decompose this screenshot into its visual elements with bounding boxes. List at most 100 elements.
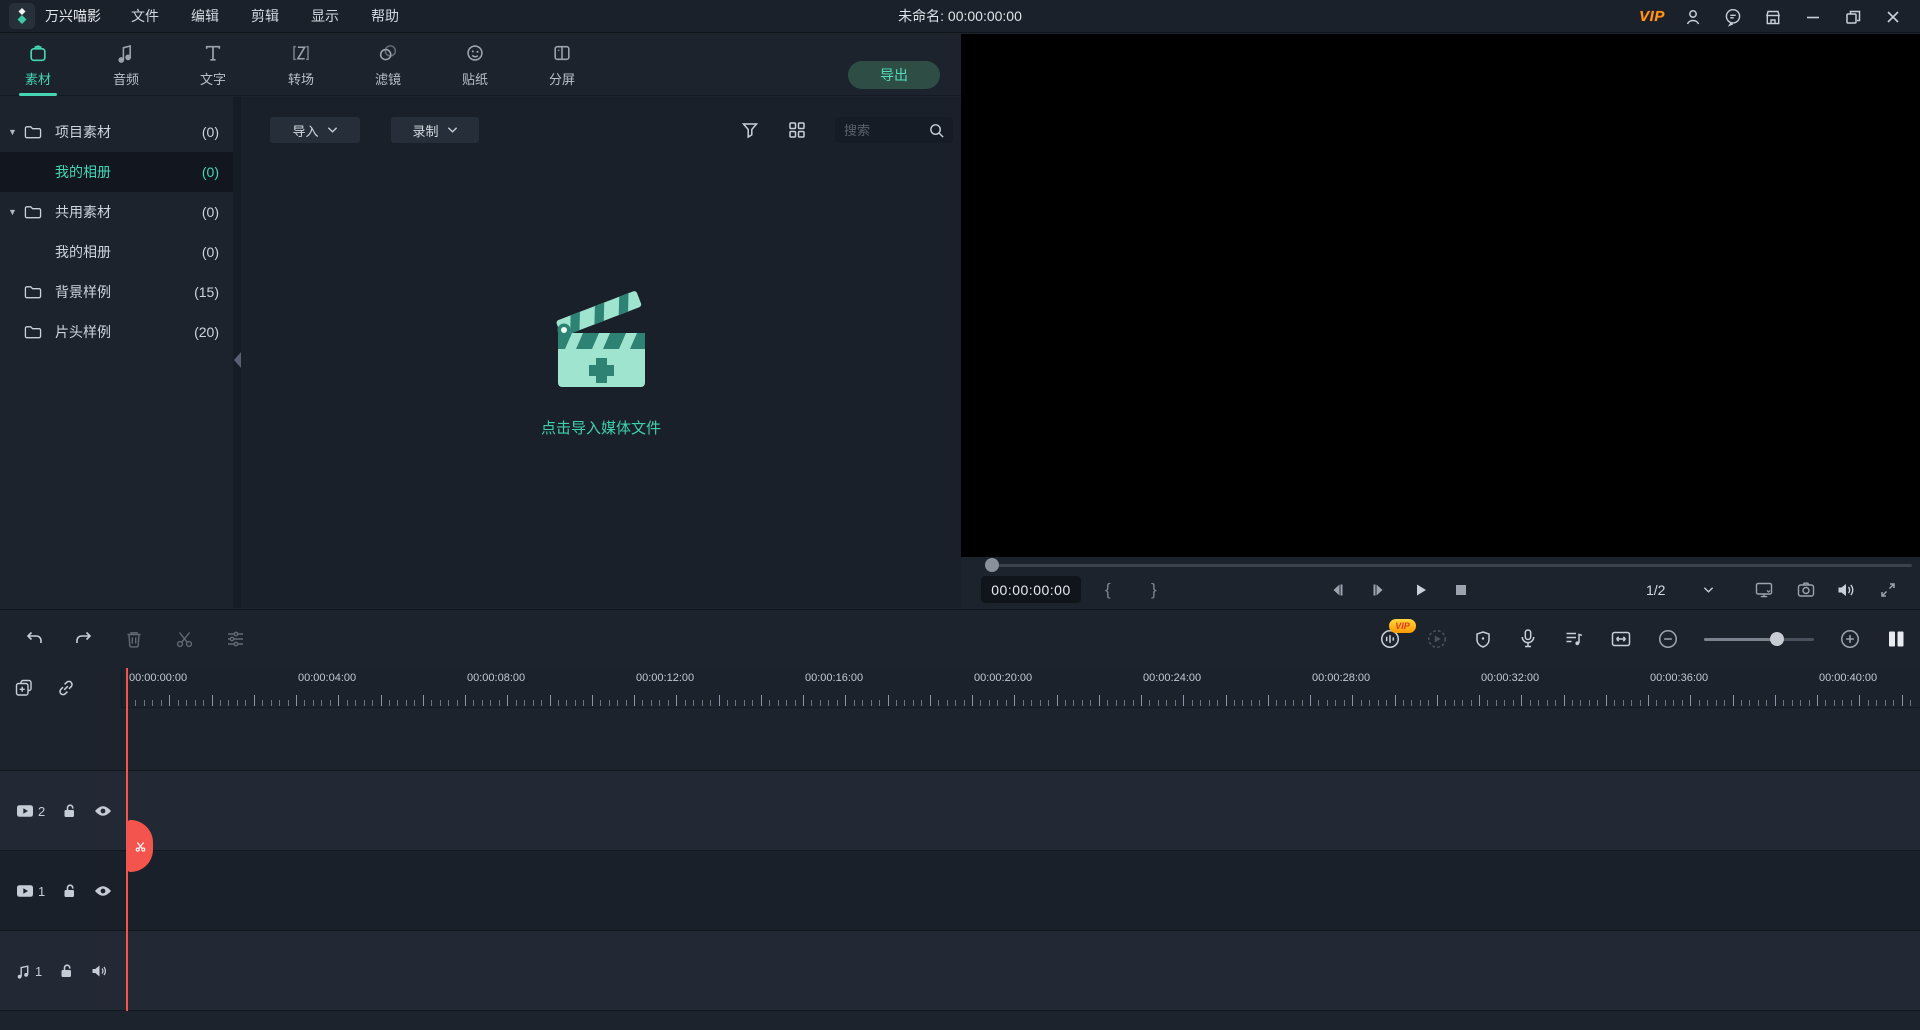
link-icon[interactable] bbox=[56, 678, 76, 698]
mark-in-button[interactable]: { bbox=[1105, 573, 1111, 606]
zoom-slider-handle[interactable] bbox=[1770, 632, 1784, 646]
panel-layout-icon[interactable] bbox=[1886, 629, 1906, 649]
ruler-tick bbox=[1640, 700, 1641, 706]
eye-icon[interactable] bbox=[94, 885, 112, 897]
ruler-tick bbox=[1302, 700, 1303, 706]
fit-timeline-icon[interactable] bbox=[1610, 629, 1632, 649]
menu-edit[interactable]: 编辑 bbox=[175, 0, 235, 33]
undo-icon[interactable] bbox=[24, 629, 44, 649]
previous-frame-button[interactable] bbox=[1329, 573, 1345, 606]
split-icon[interactable] bbox=[174, 629, 195, 649]
play-button[interactable] bbox=[1413, 573, 1429, 606]
timeline-zoom-slider[interactable] bbox=[1704, 632, 1814, 646]
minimize-button[interactable] bbox=[1798, 0, 1828, 33]
lock-icon[interactable] bbox=[62, 883, 77, 899]
sidebar-item-shared-my-album[interactable]: 我的相册 (0) bbox=[0, 232, 233, 272]
tab-sticker[interactable]: 贴纸 bbox=[443, 42, 507, 96]
delete-icon[interactable] bbox=[124, 629, 144, 649]
lock-icon[interactable] bbox=[59, 963, 74, 979]
zoom-in-icon[interactable] bbox=[1839, 628, 1861, 650]
feedback-icon[interactable] bbox=[1718, 0, 1748, 33]
menu-clip[interactable]: 剪辑 bbox=[235, 0, 295, 33]
seek-bar[interactable] bbox=[961, 557, 1920, 573]
ruler-label: 00:00:16:00 bbox=[805, 672, 863, 684]
ruler-tick bbox=[1293, 700, 1294, 706]
auto-ripple-icon[interactable]: VIP bbox=[1379, 628, 1401, 650]
sidebar-item-background-samples[interactable]: 背景样例 (15) bbox=[0, 272, 233, 312]
menu-view[interactable]: 显示 bbox=[295, 0, 355, 33]
display-device-icon[interactable] bbox=[1750, 577, 1778, 603]
menu-file[interactable]: 文件 bbox=[115, 0, 175, 33]
ruler-tick bbox=[871, 700, 872, 706]
render-preview-icon[interactable] bbox=[1426, 628, 1448, 650]
ruler-tick bbox=[566, 700, 567, 706]
video-track-2[interactable]: 2 bbox=[0, 771, 1920, 851]
ruler-tick bbox=[1149, 700, 1150, 706]
redo-icon[interactable] bbox=[74, 629, 94, 649]
caret-down-icon[interactable]: ▼ bbox=[8, 207, 17, 217]
search-icon[interactable] bbox=[928, 122, 953, 139]
sidebar-item-shared-media[interactable]: ▼ 共用素材 (0) bbox=[0, 192, 233, 232]
audio-mixer-icon[interactable] bbox=[1563, 629, 1585, 649]
export-button[interactable]: 导出 bbox=[848, 61, 940, 89]
collapse-sidebar-icon[interactable] bbox=[234, 352, 241, 368]
tab-filter[interactable]: 滤镜 bbox=[356, 42, 420, 96]
ruler-tick bbox=[710, 700, 711, 706]
tab-media[interactable]: 素材 bbox=[6, 42, 70, 96]
eye-icon[interactable] bbox=[94, 805, 112, 817]
sidebar-item-intro-samples[interactable]: 片头样例 (20) bbox=[0, 312, 233, 352]
ruler-tick bbox=[1234, 700, 1235, 706]
ruler-tick bbox=[626, 700, 627, 706]
store-icon[interactable] bbox=[1758, 0, 1788, 33]
audio-track-1[interactable]: 1 bbox=[0, 931, 1920, 1011]
seek-handle[interactable] bbox=[985, 558, 999, 572]
marker-icon[interactable] bbox=[1473, 629, 1493, 650]
ruler-tick bbox=[1023, 700, 1024, 706]
search-input[interactable] bbox=[835, 123, 928, 138]
ruler-tick bbox=[152, 700, 153, 706]
fullscreen-icon[interactable] bbox=[1874, 577, 1902, 603]
user-icon[interactable] bbox=[1678, 0, 1708, 33]
timeline-ruler[interactable]: 00:00:00:0000:00:04:0000:00:08:0000:00:1… bbox=[122, 668, 1920, 708]
ruler-tick bbox=[1842, 700, 1843, 706]
add-track-icon[interactable] bbox=[14, 678, 34, 698]
adjust-icon[interactable] bbox=[225, 629, 246, 649]
import-media-dropzone[interactable]: 点击导入媒体文件 bbox=[241, 283, 961, 438]
menu-help[interactable]: 帮助 bbox=[355, 0, 415, 33]
stop-button[interactable] bbox=[1454, 573, 1468, 606]
snapshot-icon[interactable] bbox=[1792, 577, 1820, 603]
tab-label: 转场 bbox=[288, 69, 314, 88]
restore-button[interactable] bbox=[1838, 0, 1868, 33]
tab-audio[interactable]: 音频 bbox=[94, 42, 158, 96]
mute-icon[interactable] bbox=[91, 964, 108, 978]
sidebar-item-project-media[interactable]: ▼ 项目素材 (0) bbox=[0, 112, 233, 152]
tab-transition[interactable]: 转场 bbox=[269, 42, 333, 96]
seek-track[interactable] bbox=[991, 564, 1912, 567]
zoom-out-icon[interactable] bbox=[1657, 628, 1679, 650]
filter-icon[interactable] bbox=[740, 120, 760, 140]
ruler-label: 00:00:36:00 bbox=[1650, 672, 1708, 684]
ruler-tick bbox=[1716, 700, 1717, 706]
record-button[interactable]: 录制 bbox=[391, 117, 479, 143]
sidebar-item-my-album[interactable]: 我的相册 (0) bbox=[0, 152, 233, 192]
playback-quality-select[interactable]: 1/2 bbox=[1628, 577, 1733, 603]
caret-down-icon[interactable]: ▼ bbox=[8, 127, 17, 137]
lock-icon[interactable] bbox=[62, 803, 77, 819]
vip-button[interactable]: VIP bbox=[1638, 0, 1668, 33]
ruler-tick bbox=[676, 695, 677, 706]
video-viewport[interactable] bbox=[961, 34, 1920, 557]
track-spacer[interactable] bbox=[0, 708, 1920, 771]
mark-out-button[interactable]: } bbox=[1151, 573, 1157, 606]
record-voiceover-icon[interactable] bbox=[1518, 628, 1538, 650]
ruler-label: 00:00:32:00 bbox=[1481, 672, 1539, 684]
close-button[interactable] bbox=[1878, 0, 1908, 33]
track-id: 2 bbox=[16, 804, 45, 819]
tab-text[interactable]: 文字 bbox=[181, 42, 245, 96]
video-track-1[interactable]: 1 bbox=[0, 851, 1920, 931]
next-frame-button[interactable] bbox=[1371, 573, 1387, 606]
tab-splitscreen[interactable]: 分屏 bbox=[530, 42, 594, 96]
grid-view-icon[interactable] bbox=[787, 120, 807, 140]
import-button[interactable]: 导入 bbox=[270, 117, 360, 143]
volume-icon[interactable] bbox=[1832, 577, 1860, 603]
ruler-tick bbox=[1386, 700, 1387, 706]
